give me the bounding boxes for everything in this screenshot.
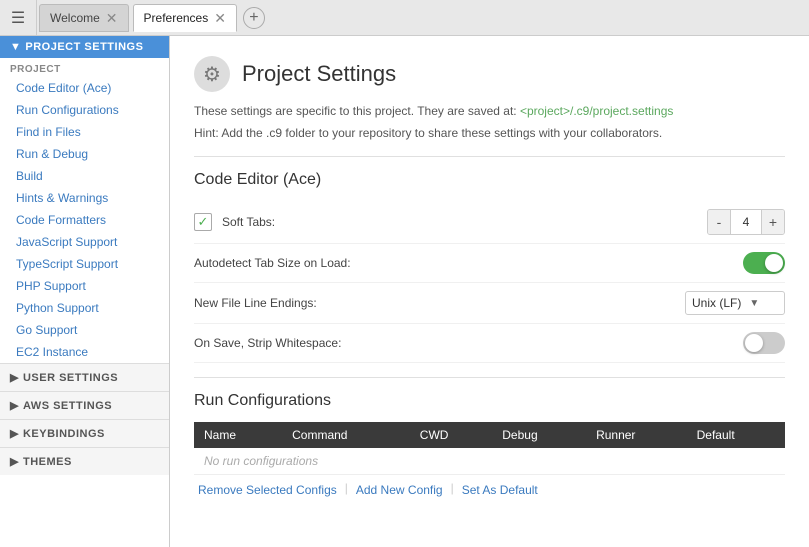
line-endings-label: New File Line Endings: <box>194 296 685 310</box>
col-header-name: Name <box>194 422 282 448</box>
col-header-default: Default <box>687 422 785 448</box>
action-add-new[interactable]: Add New Config <box>352 481 447 499</box>
line-endings-value: Unix (LF) <box>692 296 741 310</box>
stepper-increment[interactable]: + <box>762 210 784 234</box>
run-config-table: Name Command CWD Debug Runner Default No… <box>194 422 785 475</box>
strip-whitespace-label: On Save, Strip Whitespace: <box>194 336 743 350</box>
sidebar-section-user-settings-label: USER SETTINGS <box>23 372 118 384</box>
soft-tabs-control: ✓ <box>194 213 212 231</box>
divider-2 <box>194 377 785 378</box>
sidebar-item-build[interactable]: Build <box>0 165 169 187</box>
sidebar-item-hints-warnings[interactable]: Hints & Warnings <box>0 187 169 209</box>
col-header-cwd: CWD <box>410 422 492 448</box>
sidebar-item-go-support[interactable]: Go Support <box>0 319 169 341</box>
line-endings-dropdown[interactable]: Unix (LF) ▼ <box>685 291 785 315</box>
sidebar-section-themes[interactable]: ▶ THEMES <box>0 447 169 475</box>
chevron-right-icon-aws: ▶ <box>10 399 19 412</box>
content-area: ⚙ Project Settings These settings are sp… <box>170 36 809 547</box>
sidebar-section-project-settings-label: PROJECT SETTINGS <box>25 41 143 53</box>
empty-message: No run configurations <box>194 448 785 475</box>
col-header-runner: Runner <box>586 422 687 448</box>
line-endings-control: Unix (LF) ▼ <box>685 291 785 315</box>
strip-whitespace-toggle[interactable] <box>743 332 785 354</box>
stepper-decrement[interactable]: - <box>708 210 730 234</box>
stepper-value[interactable] <box>730 210 762 234</box>
description-hint: Hint: Add the .c9 folder to your reposit… <box>194 124 785 142</box>
tab-bar-left: ☰ <box>4 0 37 35</box>
description-main: These settings are specific to this proj… <box>194 104 520 118</box>
sidebar-section-project-settings[interactable]: ▼ PROJECT SETTINGS <box>0 36 169 58</box>
setting-row-soft-tabs: ✓ Soft Tabs: - + <box>194 201 785 244</box>
tab-preferences-label: Preferences <box>144 11 209 25</box>
sidebar-item-python-support[interactable]: Python Support <box>0 297 169 319</box>
soft-tabs-label: Soft Tabs: <box>222 215 707 229</box>
col-header-debug: Debug <box>492 422 586 448</box>
description-link: <project>/.c9/project.settings <box>520 104 673 118</box>
action-set-default[interactable]: Set As Default <box>458 481 542 499</box>
main-layout: ▼ PROJECT SETTINGS PROJECT Code Editor (… <box>0 36 809 547</box>
chevron-right-icon-user: ▶ <box>10 371 19 384</box>
tab-add-button[interactable]: + <box>243 7 265 29</box>
sidebar-section-themes-label: THEMES <box>23 456 72 468</box>
soft-tabs-stepper: - + <box>707 209 785 235</box>
setting-row-autodetect-tab: Autodetect Tab Size on Load: <box>194 244 785 283</box>
chevron-down-icon: ▼ <box>10 41 21 53</box>
divider-1 <box>194 156 785 157</box>
tab-welcome-label: Welcome <box>50 11 100 25</box>
sidebar-section-aws-settings-label: AWS SETTINGS <box>23 400 112 412</box>
stepper: - + <box>707 209 785 235</box>
table-row-empty: No run configurations <box>194 448 785 475</box>
sidebar-subsection-project: PROJECT <box>0 58 169 77</box>
sidebar: ▼ PROJECT SETTINGS PROJECT Code Editor (… <box>0 36 170 547</box>
action-remove-selected[interactable]: Remove Selected Configs <box>194 481 341 499</box>
tab-welcome-close[interactable]: ✕ <box>106 11 118 25</box>
section-title-run-configurations: Run Configurations <box>194 392 785 410</box>
autodetect-tab-toggle[interactable] <box>743 252 785 274</box>
sidebar-item-code-editor-ace[interactable]: Code Editor (Ace) <box>0 77 169 99</box>
chevron-right-icon-themes: ▶ <box>10 455 19 468</box>
table-actions: Remove Selected Configs | Add New Config… <box>194 481 785 499</box>
page-title: Project Settings <box>242 61 396 87</box>
table-header-row: Name Command CWD Debug Runner Default <box>194 422 785 448</box>
gear-icon: ⚙ <box>194 56 230 92</box>
sidebar-section-user-settings[interactable]: ▶ USER SETTINGS <box>0 363 169 391</box>
description: These settings are specific to this proj… <box>194 102 785 120</box>
sidebar-item-javascript-support[interactable]: JavaScript Support <box>0 231 169 253</box>
setting-row-strip-whitespace: On Save, Strip Whitespace: <box>194 324 785 363</box>
sidebar-section-keybindings[interactable]: ▶ KEYBINDINGS <box>0 419 169 447</box>
sidebar-item-typescript-support[interactable]: TypeScript Support <box>0 253 169 275</box>
tab-bar: ☰ Welcome ✕ Preferences ✕ + <box>0 0 809 36</box>
chevron-right-icon-keys: ▶ <box>10 427 19 440</box>
sidebar-item-run-configurations[interactable]: Run Configurations <box>0 99 169 121</box>
tab-preferences[interactable]: Preferences ✕ <box>133 4 237 32</box>
setting-row-line-endings: New File Line Endings: Unix (LF) ▼ <box>194 283 785 324</box>
chevron-down-icon: ▼ <box>749 298 759 309</box>
hamburger-icon[interactable]: ☰ <box>4 4 32 32</box>
sidebar-item-run-debug[interactable]: Run & Debug <box>0 143 169 165</box>
sidebar-item-ec2-instance[interactable]: EC2 Instance <box>0 341 169 363</box>
strip-whitespace-control <box>743 332 785 354</box>
sidebar-section-keybindings-label: KEYBINDINGS <box>23 428 105 440</box>
tab-preferences-close[interactable]: ✕ <box>214 11 226 25</box>
col-header-command: Command <box>282 422 410 448</box>
sidebar-item-code-formatters[interactable]: Code Formatters <box>0 209 169 231</box>
sidebar-item-php-support[interactable]: PHP Support <box>0 275 169 297</box>
autodetect-tab-control <box>743 252 785 274</box>
autodetect-tab-label: Autodetect Tab Size on Load: <box>194 256 743 270</box>
sidebar-item-find-in-files[interactable]: Find in Files <box>0 121 169 143</box>
sidebar-section-aws-settings[interactable]: ▶ AWS SETTINGS <box>0 391 169 419</box>
page-header: ⚙ Project Settings <box>194 56 785 92</box>
soft-tabs-checkbox[interactable]: ✓ <box>194 213 212 231</box>
tab-welcome[interactable]: Welcome ✕ <box>39 4 129 32</box>
section-title-code-editor: Code Editor (Ace) <box>194 171 785 189</box>
